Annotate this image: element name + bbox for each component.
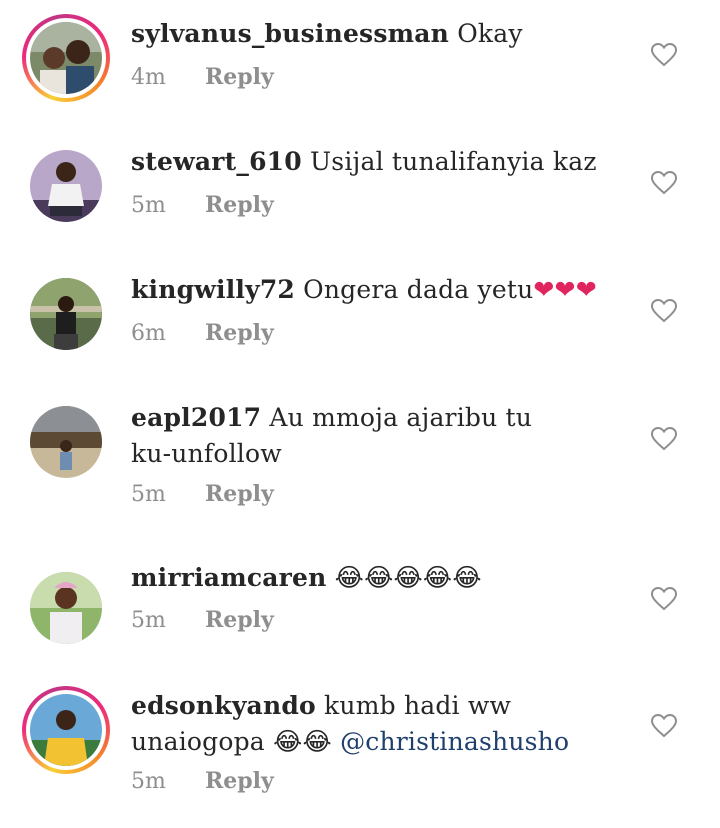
avatar [30,406,102,478]
heart-outline-icon[interactable] [651,299,677,323]
mention-link[interactable]: @christinashusho [340,727,569,756]
comment-body: Ongera dada yetu [303,275,534,304]
heart-outline-icon[interactable] [651,171,677,195]
avatar-container[interactable] [22,142,110,230]
comment-item: edsonkyando kumb hadi ww unaiogopa 😂😂 @c… [0,676,720,828]
comment-time: 5m [131,769,166,794]
comment-text: stewart_610 Usijal tunalifanyia kaz [131,144,631,180]
heart-outline-icon[interactable] [651,714,677,738]
comment-body: kumb hadi ww [324,691,512,720]
avatar-story-ring[interactable] [22,14,110,102]
comment-text: mirriamcaren 😂😂😂😂😂 [131,560,631,596]
avatar-container[interactable] [22,398,110,486]
reply-button[interactable]: Reply [205,64,274,90]
comment-time: 4m [131,65,166,90]
heart-outline-icon[interactable] [651,43,677,67]
comment-body: Okay [457,19,523,48]
comment-text: kingwilly72 Ongera dada yetu❤❤❤ [131,272,631,308]
reply-button[interactable]: Reply [205,768,274,794]
avatar-container[interactable] [22,564,110,652]
comment-item: sylvanus_businessman Okay 4m Reply [0,0,720,128]
comment-username[interactable]: stewart_610 [131,147,302,176]
comment-text: sylvanus_businessman Okay [131,16,631,52]
comment-meta: 5m Reply [131,481,274,507]
avatar [30,572,102,644]
comment-item: eapl2017 Au mmoja ajaribu tu ku-unfollow… [0,384,720,540]
reply-button[interactable]: Reply [205,607,274,633]
comment-item: mirriamcaren 😂😂😂😂😂 5m Reply [0,550,720,678]
avatar [30,278,102,350]
heart-outline-icon[interactable] [651,427,677,451]
laughing-emoji: 😂😂 [273,727,332,756]
avatar [30,22,102,94]
reply-button[interactable]: Reply [205,320,274,346]
comment-username[interactable]: kingwilly72 [131,275,295,304]
comment-username[interactable]: eapl2017 [131,403,261,432]
laughing-emoji: 😂😂😂😂😂 [334,563,482,592]
reply-button[interactable]: Reply [205,481,274,507]
comment-time: 5m [131,193,166,218]
avatar-container[interactable] [22,270,110,358]
comment-body: Au mmoja ajaribu tu [269,403,533,432]
comment-username[interactable]: edsonkyando [131,691,316,720]
comment-time: 6m [131,321,166,346]
avatar [30,694,102,766]
comment-meta: 5m Reply [131,192,274,218]
avatar-story-ring[interactable] [22,686,110,774]
comment-text: edsonkyando kumb hadi ww unaiogopa 😂😂 @c… [131,688,631,760]
avatar [30,150,102,222]
comment-meta: 6m Reply [131,320,274,346]
comment-meta: 5m Reply [131,768,274,794]
comments-list: sylvanus_businessman Okay 4m Reply stewar… [0,0,720,828]
comment-username[interactable]: sylvanus_businessman [131,19,449,48]
comment-item: kingwilly72 Ongera dada yetu❤❤❤ 6m Reply [0,256,720,384]
comment-body: Usijal tunalifanyia kaz [310,147,597,176]
comment-username[interactable]: mirriamcaren [131,563,327,592]
comment-body-line2: unaiogopa [131,727,265,756]
heart-emoji: ❤❤❤ [533,275,597,304]
comment-item: stewart_610 Usijal tunalifanyia kaz 5m Re… [0,128,720,256]
comment-text: eapl2017 Au mmoja ajaribu tu ku-unfollow [131,400,631,472]
comment-meta: 5m Reply [131,607,274,633]
comment-time: 5m [131,608,166,633]
reply-button[interactable]: Reply [205,192,274,218]
comment-body-line2: ku-unfollow [131,439,282,468]
heart-outline-icon[interactable] [651,587,677,611]
comment-time: 5m [131,482,166,507]
comment-meta: 4m Reply [131,64,274,90]
